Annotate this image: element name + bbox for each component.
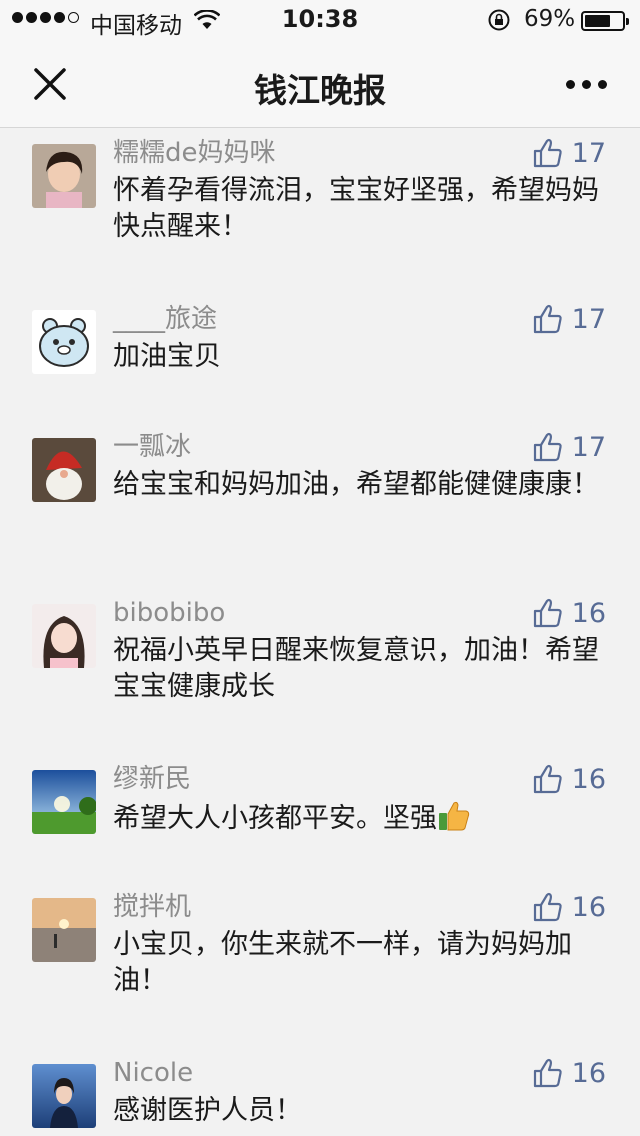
more-icon[interactable] bbox=[566, 80, 607, 89]
like-button[interactable]: 17 bbox=[532, 430, 606, 464]
like-count: 16 bbox=[571, 1057, 606, 1089]
comment-item[interactable]: ____旅途加油宝贝 17 bbox=[0, 294, 640, 375]
like-count: 16 bbox=[571, 763, 606, 795]
commenter-name[interactable]: 糯糯de妈妈咪 bbox=[113, 128, 600, 170]
comment-text-content: 给宝宝和妈妈加油，希望都能健健康康！ bbox=[113, 469, 599, 500]
comment-text-content: 小宝贝，你生来就不一样，请为妈妈加油！ bbox=[113, 929, 572, 996]
like-button[interactable]: 16 bbox=[532, 890, 606, 924]
like-button[interactable]: 16 bbox=[532, 596, 606, 630]
like-count: 17 bbox=[571, 137, 606, 169]
comment-item[interactable]: 缪新民希望大人小孩都平安。坚强 16 bbox=[0, 754, 640, 837]
thumbs-up-icon bbox=[532, 597, 564, 629]
comment-text-content: 祝福小英早日醒来恢复意识，加油！希望宝宝健康成长 bbox=[113, 635, 599, 702]
comment-text-content: 加油宝贝 bbox=[113, 341, 221, 372]
like-count: 16 bbox=[571, 891, 606, 923]
thumbs-up-icon bbox=[532, 303, 564, 335]
comment-item[interactable]: bibobibo 祝福小英早日醒来恢复意识，加油！希望宝宝健康成长 16 bbox=[0, 588, 640, 705]
page-title: 钱江晚报 bbox=[254, 71, 386, 110]
comment-text: 感谢医护人员！ bbox=[113, 1093, 600, 1129]
comment-list[interactable]: 糯糯de妈妈咪 怀着孕看得流泪，宝宝好坚强，希望妈妈快点醒来！ 17 ____旅途 加油… bbox=[0, 128, 640, 1136]
like-button[interactable]: 16 bbox=[532, 1056, 606, 1090]
thumbs-up-icon bbox=[532, 1057, 564, 1089]
avatar-woman-photo[interactable] bbox=[32, 1064, 96, 1128]
comment-text: 希望大人小孩都平安。坚强 bbox=[113, 799, 600, 837]
thumbs-up-icon bbox=[532, 137, 564, 169]
battery-percent: 69% bbox=[524, 6, 576, 32]
comment-item[interactable]: Nicole 感谢医护人员！ 16 bbox=[0, 1048, 640, 1129]
avatar-cartoon-bear[interactable] bbox=[32, 310, 96, 374]
thumbs-up-icon bbox=[532, 431, 564, 463]
thumbs-up-icon bbox=[532, 763, 564, 795]
battery-icon bbox=[581, 11, 629, 31]
rotation-lock-icon bbox=[488, 9, 510, 31]
comment-text-content: 感谢医护人员！ bbox=[113, 1095, 302, 1126]
comment-item[interactable]: 搅拌机小宝贝，你生来就不一样，请为妈妈加油！ 16 bbox=[0, 882, 640, 999]
like-count: 17 bbox=[571, 431, 606, 463]
thumbs-up-icon bbox=[532, 891, 564, 923]
avatar-child-photo[interactable] bbox=[32, 144, 96, 208]
comment-item[interactable]: 一瓢冰给宝宝和妈妈加油，希望都能健健康康！ 17 bbox=[0, 422, 640, 503]
comment-text: 怀着孕看得流泪，宝宝好坚强，希望妈妈快点醒来！ bbox=[113, 173, 600, 245]
commenter-name[interactable]: Nicole bbox=[113, 1048, 600, 1090]
avatar-sunset-beach[interactable] bbox=[32, 898, 96, 962]
comment-text: 加油宝贝 bbox=[113, 339, 600, 375]
battery-fill bbox=[585, 15, 610, 27]
commenter-name[interactable]: bibobibo bbox=[113, 588, 600, 630]
comment-text-content: 希望大人小孩都平安。坚强 bbox=[113, 803, 437, 834]
like-button[interactable]: 16 bbox=[532, 762, 606, 796]
comment-text: 祝福小英早日醒来恢复意识，加油！希望宝宝健康成长 bbox=[113, 633, 600, 705]
commenter-name[interactable]: 缪新民 bbox=[113, 754, 600, 796]
commenter-name[interactable]: 一瓢冰 bbox=[113, 422, 600, 464]
like-count: 16 bbox=[571, 597, 606, 629]
comment-text: 小宝贝，你生来就不一样，请为妈妈加油！ bbox=[113, 927, 600, 999]
comment-text-content: 怀着孕看得流泪，宝宝好坚强，希望妈妈快点醒来！ bbox=[113, 175, 599, 242]
comment-text: 给宝宝和妈妈加油，希望都能健健康康！ bbox=[113, 467, 600, 503]
like-button[interactable]: 17 bbox=[532, 302, 606, 336]
avatar-girl-photo[interactable] bbox=[32, 604, 96, 668]
nav-bar: 钱江晚报 bbox=[0, 40, 640, 128]
like-button[interactable]: 17 bbox=[532, 136, 606, 170]
thumbs-up-emoji-icon bbox=[439, 801, 470, 831]
status-bar: 中国移动 10:38 69% bbox=[0, 0, 640, 40]
commenter-name[interactable]: 搅拌机 bbox=[113, 882, 600, 924]
avatar-landscape[interactable] bbox=[32, 770, 96, 834]
like-count: 17 bbox=[571, 303, 606, 335]
commenter-name[interactable]: ____旅途 bbox=[113, 294, 600, 336]
comment-item[interactable]: 糯糯de妈妈咪怀着孕看得流泪，宝宝好坚强，希望妈妈快点醒来！ 17 bbox=[0, 128, 640, 245]
avatar-santa-doll[interactable] bbox=[32, 438, 96, 502]
